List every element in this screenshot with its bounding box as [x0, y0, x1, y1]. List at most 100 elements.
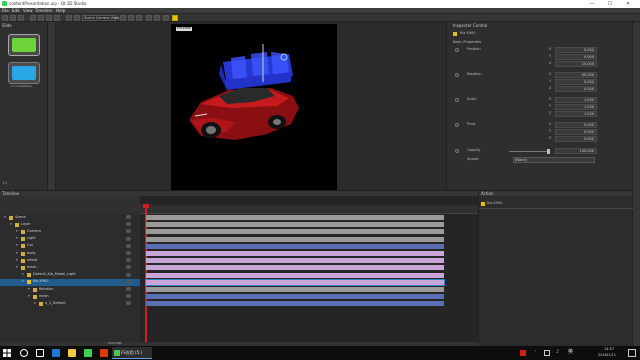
shading-icon[interactable]: [120, 15, 126, 21]
expand-arrow-icon[interactable]: ▾: [4, 215, 6, 220]
search-icon[interactable]: [20, 349, 28, 357]
pivot-y-input[interactable]: 0.000: [555, 129, 597, 135]
file-explorer-icon[interactable]: [68, 349, 76, 357]
save-icon[interactable]: [18, 15, 24, 21]
timeline-tree-row[interactable]: ▾ Light: [0, 236, 140, 243]
playhead-handle[interactable]: [143, 204, 149, 208]
visibility-eye-icon[interactable]: [126, 272, 131, 277]
fit-icon[interactable]: [74, 15, 80, 21]
visibility-eye-icon[interactable]: [126, 279, 131, 284]
timeline-tree-row[interactable]: ▾ x_1_Default: [0, 300, 140, 307]
pivot-z-input[interactable]: 0.000: [555, 136, 597, 142]
visibility-eye-icon[interactable]: [126, 265, 131, 270]
expand-arrow-icon[interactable]: ▾: [22, 273, 24, 277]
visibility-eye-icon[interactable]: [126, 243, 131, 248]
tray-chevron-icon[interactable]: ⌃: [534, 350, 537, 355]
rotation-x-input[interactable]: 90.000: [555, 72, 597, 78]
timeline-track-bar[interactable]: [146, 301, 444, 307]
office-icon[interactable]: [100, 349, 108, 357]
scale-tool-icon[interactable]: [46, 15, 52, 21]
position-y-input[interactable]: 0.000: [555, 54, 597, 60]
animate-toggle-icon[interactable]: [455, 123, 459, 127]
clock-time[interactable]: 14:57: [604, 347, 614, 352]
visibility-eye-icon[interactable]: [126, 301, 131, 306]
rotation-z-input[interactable]: 0.000: [555, 86, 597, 92]
open-icon[interactable]: [10, 15, 16, 21]
timeline-tree-row[interactable]: ▾ wheel: [0, 257, 140, 264]
position-z-input[interactable]: 10.000: [555, 61, 597, 67]
edge-icon[interactable]: [52, 349, 60, 357]
timeline-tree-row[interactable]: ▾ Car: [0, 243, 140, 250]
menu-help[interactable]: Help: [56, 9, 65, 13]
task-view-icon[interactable]: [36, 349, 44, 357]
slide-dock-tab[interactable]: [48, 22, 56, 190]
menu-view[interactable]: View: [23, 9, 33, 13]
timeline-track-bar[interactable]: [145, 278, 445, 286]
move-tool-icon[interactable]: [30, 15, 36, 21]
grid-icon[interactable]: [136, 15, 142, 21]
visibility-eye-icon[interactable]: [126, 229, 131, 234]
expand-arrow-icon[interactable]: ▾: [16, 229, 18, 234]
timeline-track-bar[interactable]: [146, 215, 444, 220]
notification-icon[interactable]: [628, 349, 636, 357]
animate-toggle-icon[interactable]: [455, 149, 459, 153]
animate-toggle-icon[interactable]: [455, 48, 459, 52]
timeline-tree-row[interactable]: ▾ Layer: [0, 221, 140, 228]
slide-thumbnail-master[interactable]: [8, 34, 40, 56]
timeline-track-bar[interactable]: [146, 272, 444, 278]
rotation-y-input[interactable]: 0.000: [555, 79, 597, 85]
camera-view-combo[interactable]: Scene Camera View: [82, 15, 119, 21]
pivot-tool-icon[interactable]: [54, 15, 60, 21]
scale-z-input[interactable]: 1.000: [555, 111, 597, 117]
volume-icon[interactable]: ♪: [556, 350, 559, 355]
close-button[interactable]: ✕: [620, 0, 636, 8]
expand-arrow-icon[interactable]: ▾: [16, 244, 18, 248]
local-global-icon[interactable]: [66, 15, 72, 21]
visibility-eye-icon[interactable]: [126, 287, 131, 291]
menu-edit[interactable]: Edit: [12, 9, 20, 13]
wireframe-icon[interactable]: [128, 15, 134, 21]
visibility-eye-icon[interactable]: [126, 294, 131, 299]
animate-toggle-icon[interactable]: [455, 98, 459, 102]
timeline-tree-row[interactable]: ▾ mesh: [0, 264, 140, 271]
import-select[interactable]: [None]: [513, 157, 595, 163]
expand-arrow-icon[interactable]: ▾: [16, 265, 18, 270]
timeline-track-bar[interactable]: [146, 258, 444, 264]
inspector-dock-tab[interactable]: [632, 22, 640, 360]
maximize-button[interactable]: ☐: [602, 0, 618, 8]
timeline-tree-row[interactable]: ▾ Camera: [0, 228, 140, 235]
time-ruler[interactable]: [140, 205, 478, 214]
visibility-eye-icon[interactable]: [126, 251, 131, 255]
animate-toggle-icon[interactable]: [455, 73, 459, 77]
expand-arrow-icon[interactable]: ▾: [34, 301, 36, 306]
opacity-slider[interactable]: [509, 151, 549, 152]
opacity-input[interactable]: 100.000: [555, 148, 597, 154]
bounding-box-icon[interactable]: [163, 15, 169, 21]
expand-arrow-icon[interactable]: ▾: [16, 237, 18, 241]
timeline-tree-row[interactable]: ▾ Kia K900: [0, 278, 140, 286]
edit-camera-icon[interactable]: [146, 15, 152, 21]
visibility-eye-icon[interactable]: [126, 258, 131, 263]
qt-app-icon[interactable]: [84, 349, 92, 357]
timeline-track-bar[interactable]: [146, 229, 444, 235]
pivot-x-input[interactable]: 0.000: [555, 122, 597, 128]
timeline-track-bar[interactable]: [146, 222, 444, 228]
position-x-input[interactable]: 0.000: [555, 47, 597, 53]
expand-arrow-icon[interactable]: ▾: [22, 280, 24, 284]
expand-arrow-icon[interactable]: ▾: [16, 258, 18, 263]
expand-arrow-icon[interactable]: ▾: [16, 251, 18, 256]
visibility-eye-icon[interactable]: [126, 222, 131, 227]
timeline-track-bar[interactable]: [146, 251, 444, 256]
menu-timeline[interactable]: Timeline: [35, 9, 52, 13]
timeline-tree-row[interactable]: ▾ Default_Kia_Model_Light: [0, 272, 140, 279]
preview-icon[interactable]: [154, 15, 160, 21]
timeline-track-bar[interactable]: [146, 236, 444, 242]
opacity-slider-handle[interactable]: [547, 149, 550, 154]
play-icon[interactable]: [172, 15, 178, 21]
input-language[interactable]: 英: [568, 350, 573, 355]
timeline-tree-row[interactable]: ▾ mesh: [0, 293, 140, 300]
rotate-tool-icon[interactable]: [38, 15, 44, 21]
timeline-track-bar[interactable]: [146, 265, 444, 271]
slide-thumbnail-1[interactable]: [8, 62, 40, 84]
visibility-eye-icon[interactable]: [126, 215, 131, 219]
